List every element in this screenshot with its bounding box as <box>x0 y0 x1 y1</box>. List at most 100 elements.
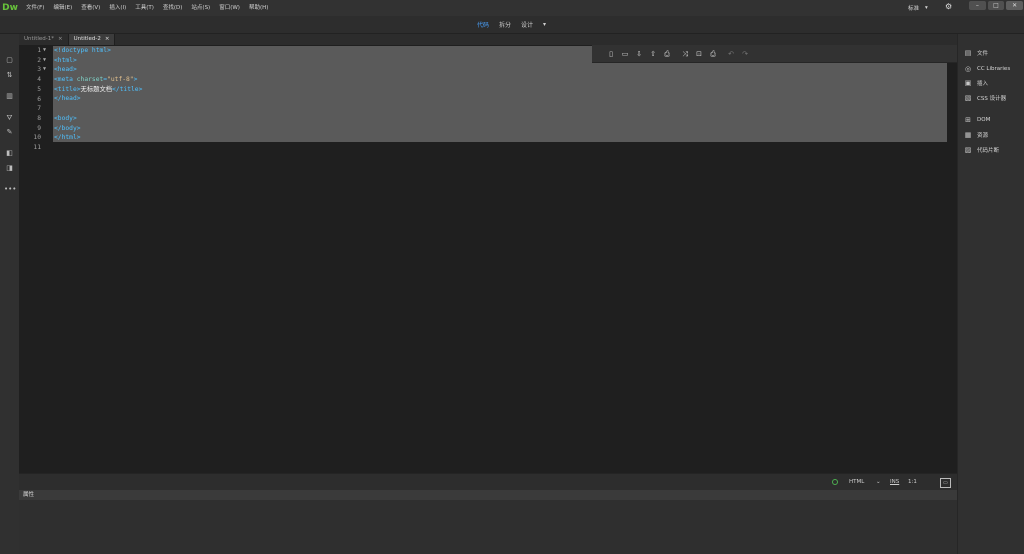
menu-list: 文件(F) 编辑(E) 查看(V) 插入(I) 工具(T) 查找(D) 站点(S… <box>26 0 277 16</box>
maximize-button[interactable]: □ <box>987 1 1005 10</box>
recent-snippets-icon[interactable]: ◨ <box>4 164 15 173</box>
panel-assets[interactable]: ▦ 资源 <box>964 129 988 140</box>
line-number: 4 <box>37 76 41 84</box>
panel-label: 文件 <box>977 50 989 57</box>
put-file-icon[interactable]: ⇧ <box>646 48 660 60</box>
menu-tools[interactable]: 工具(T) <box>135 0 154 16</box>
panel-dom[interactable]: ⊞ DOM <box>964 114 990 125</box>
code-editor[interactable]: 1 ▼ 2 ▼ 3 ▼ 4 5 6 7 8 9 10 11 <!doctype html> <html> <h… <box>19 45 957 473</box>
code-line: <body> <box>54 114 142 124</box>
line-number: 3 <box>37 66 41 74</box>
panel-snippets[interactable]: ▨ 代码片断 <box>964 144 999 155</box>
open-documents-icon[interactable]: ▢ <box>4 56 15 65</box>
code-line: <head> <box>54 65 142 75</box>
new-file-icon[interactable]: ▯ <box>604 48 618 60</box>
properties-title: 属性 <box>23 492 35 498</box>
menu-file[interactable]: 文件(F) <box>26 0 44 16</box>
code-token: <title> <box>54 85 81 93</box>
menu-edit[interactable]: 编辑(E) <box>53 0 72 16</box>
design-view-button[interactable]: 设计 <box>521 20 533 29</box>
code-content[interactable]: <!doctype html> <html> <head> <meta charset… <box>54 46 142 153</box>
panel-files[interactable]: ▤ 文件 <box>964 47 988 58</box>
tab-untitled-2[interactable]: Untitled-2 × <box>68 34 116 45</box>
code-token: <html> <box>54 56 77 64</box>
line-number: 8 <box>37 114 41 122</box>
code-view-button[interactable]: 代码 <box>477 20 489 29</box>
app-logo: Dw <box>2 3 18 13</box>
close-button[interactable]: ✕ <box>1006 1 1024 10</box>
print-icon[interactable]: ⎙ <box>660 48 674 60</box>
code-token: <meta <box>54 76 77 84</box>
tab-label: Untitled-2 <box>73 36 101 42</box>
format-source-icon[interactable]: ⛛ <box>4 114 15 123</box>
snippets-icon: ▨ <box>964 145 972 154</box>
fold-toggle-icon[interactable]: ▼ <box>43 46 46 56</box>
panel-css-designer[interactable]: ▧ CSS 设计器 <box>964 92 1006 103</box>
language-select[interactable]: HTML <box>849 474 864 490</box>
wrap-tag-icon[interactable]: ◧ <box>4 149 15 158</box>
open-folder-icon[interactable]: ▭ <box>618 48 632 60</box>
menu-site[interactable]: 站点(S) <box>191 0 210 16</box>
live-view-icon[interactable]: ▥ <box>4 92 15 101</box>
properties-header: 属性 <box>19 490 957 500</box>
chevron-down-icon: ▾ <box>925 5 928 11</box>
code-line: <meta charset="utf-8"> <box>54 75 142 85</box>
shuffle-icon[interactable]: ⤨ <box>678 48 692 60</box>
menu-find[interactable]: 查找(D) <box>163 0 183 16</box>
menu-view[interactable]: 查看(V) <box>81 0 100 16</box>
menu-insert[interactable]: 插入(I) <box>109 0 126 16</box>
undo-icon[interactable]: ↶ <box>724 48 738 60</box>
folder-icon: ▤ <box>964 48 972 57</box>
printer-icon[interactable]: ⎙ <box>706 48 720 60</box>
preview-icon[interactable]: ▭ <box>940 478 951 488</box>
code-line: <!doctype html> <box>54 46 142 56</box>
menu-window[interactable]: 窗口(W) <box>219 0 240 16</box>
validate-icon[interactable]: ⊡ <box>692 48 706 60</box>
document-tabs: Untitled-1* × Untitled-2 × <box>19 34 957 45</box>
panel-label: DOM <box>977 116 991 123</box>
close-icon[interactable]: × <box>105 36 110 42</box>
panel-insert[interactable]: ▣ 插入 <box>964 77 988 88</box>
workspace-switcher[interactable]: 标准 ▾ <box>908 0 928 16</box>
panel-cc-libraries[interactable]: ◎ CC Libraries <box>964 63 1010 74</box>
code-token: "utf-8" <box>107 76 134 84</box>
code-token: > <box>133 76 138 84</box>
get-file-icon[interactable]: ⇩ <box>632 48 646 60</box>
line-number: 10 <box>33 134 41 142</box>
code-token: <body> <box>54 114 77 122</box>
split-view-button[interactable]: 拆分 <box>499 20 511 29</box>
line-number: 2 <box>37 56 41 64</box>
insert-mode[interactable]: INS <box>890 474 899 490</box>
line-number: 6 <box>37 95 41 103</box>
chevron-down-icon[interactable]: ⌄ <box>876 474 881 490</box>
code-toolbar: ▯ ▭ ⇩ ⇧ ⎙ ⤨ ⊡ ⎙ ↶ ↷ <box>592 45 957 63</box>
view-dropdown-icon[interactable]: ▾ <box>543 21 546 28</box>
line-number: 7 <box>37 105 41 113</box>
apply-comment-icon[interactable]: ✎ <box>4 128 15 137</box>
code-line: <html> <box>54 56 142 66</box>
code-token: 无标题文档 <box>80 85 113 93</box>
status-bar: HTML ⌄ INS 1:1 ▭ <box>19 473 957 490</box>
file-management-icon[interactable]: ⇅ <box>4 71 15 80</box>
code-line: </body> <box>54 124 142 134</box>
panel-label: CSS 设计器 <box>977 95 1007 102</box>
minimize-button[interactable]: – <box>969 1 986 10</box>
menu-help[interactable]: 帮助(H) <box>249 0 268 16</box>
code-token: </html> <box>54 134 81 142</box>
tab-label: Untitled-1* <box>24 36 54 42</box>
fold-toggle-icon[interactable]: ▼ <box>43 56 46 66</box>
line-number: 11 <box>33 144 41 151</box>
redo-icon[interactable]: ↷ <box>738 48 752 60</box>
line-number: 5 <box>37 85 41 93</box>
more-icon[interactable]: ••• <box>4 185 16 194</box>
tab-untitled-1[interactable]: Untitled-1* × <box>19 34 69 45</box>
no-errors-icon[interactable] <box>832 479 838 485</box>
window-controls: – □ ✕ <box>968 0 1024 11</box>
cc-libraries-icon: ◎ <box>964 64 972 73</box>
fold-toggle-icon[interactable]: ▼ <box>43 65 46 75</box>
gear-icon[interactable]: ⚙ <box>945 2 952 11</box>
right-panel: ▤ 文件 ◎ CC Libraries ▣ 插入 ▧ CSS 设计器 ⊞ DOM… <box>957 34 1024 554</box>
properties-panel: 属性 <box>19 490 957 554</box>
close-icon[interactable]: × <box>58 36 63 42</box>
